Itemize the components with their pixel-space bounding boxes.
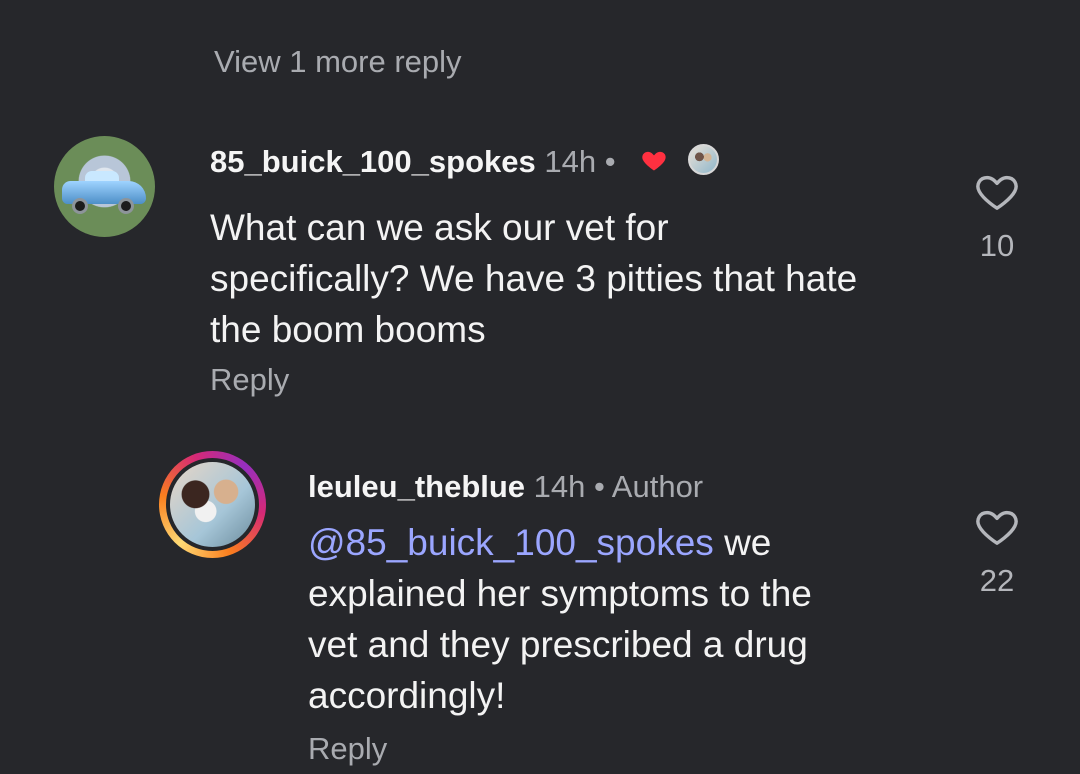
comment-username[interactable]: leuleu_theblue [308,469,525,504]
comment-time: 14h [533,469,586,504]
car-wheel [118,198,134,214]
comment-meta: 85_buick_100_spokes 14h • [210,144,719,180]
comment-text: @85_buick_100_spokes we explained her sy… [308,517,868,721]
heart-icon [976,510,1018,545]
car-wheel [72,198,88,214]
like-button[interactable]: 10 [970,170,1024,264]
reply-button[interactable]: Reply [308,731,387,767]
comment-text: What can we ask our vet for specifically… [210,207,858,350]
author-avatar-mini [687,144,719,176]
reply-button[interactable]: Reply [210,362,289,398]
comment-time: 14h [544,144,597,179]
comment-meta: leuleu_theblue 14h • Author [308,469,703,505]
comment-username[interactable]: 85_buick_100_spokes [210,144,536,179]
heart-filled-icon [642,151,666,171]
author-badge: Author [611,469,704,504]
like-count: 22 [979,563,1015,598]
mention-link[interactable]: @85_buick_100_spokes [308,522,714,563]
commenter-avatar[interactable] [166,458,259,551]
like-button[interactable]: 22 [970,505,1024,599]
commenter-avatar[interactable] [54,136,155,237]
meta-separator: • [594,469,605,504]
like-count: 10 [979,228,1015,263]
meta-separator: • [604,144,616,179]
view-more-replies-link[interactable]: View 1 more reply [214,44,462,80]
heart-icon [976,175,1018,210]
